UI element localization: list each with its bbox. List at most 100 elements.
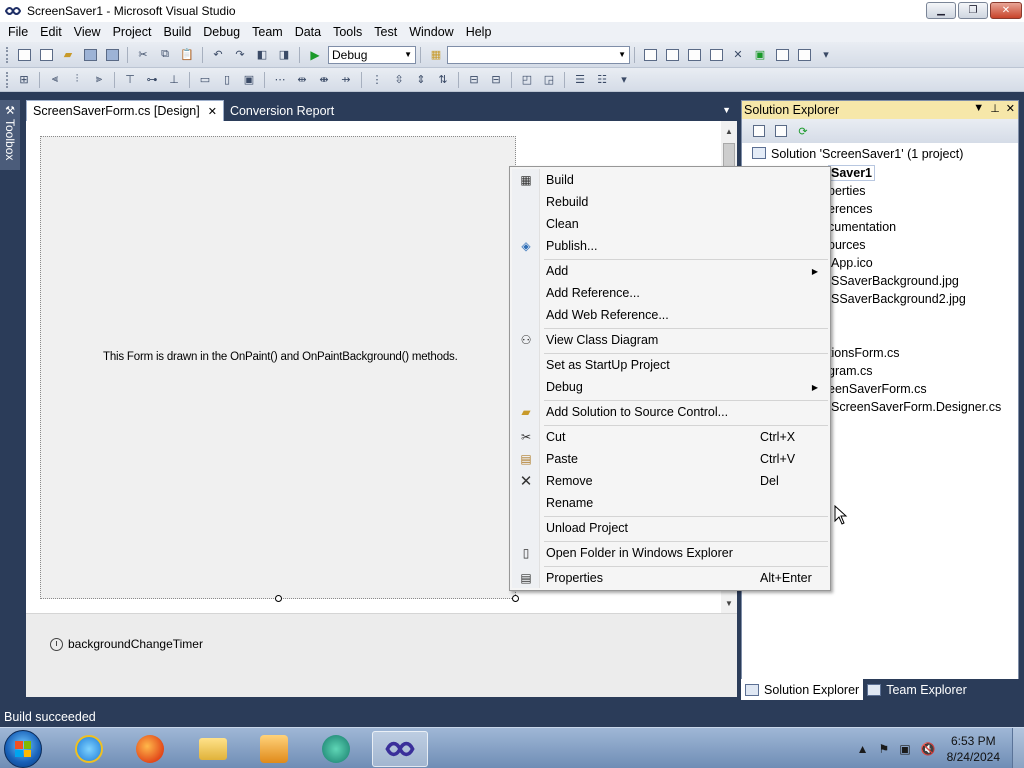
menu-edit[interactable]: Edit (34, 22, 68, 42)
taskbar-visual-studio[interactable] (372, 731, 428, 767)
taskbar-media-player[interactable] (251, 731, 297, 767)
menu-item-rename[interactable]: Rename (512, 492, 828, 514)
menu-item-publish[interactable]: ◈ Publish... (512, 235, 828, 257)
redo-icon[interactable]: ↷ (231, 46, 249, 64)
menu-item-rebuild[interactable]: Rebuild (512, 191, 828, 213)
command-window-icon[interactable] (795, 46, 813, 64)
menu-help[interactable]: Help (460, 22, 498, 42)
taskbar-app[interactable] (313, 731, 359, 767)
properties-window-icon[interactable] (663, 46, 681, 64)
object-browser-icon[interactable] (685, 46, 703, 64)
window-position-icon[interactable]: ▼ (973, 102, 984, 115)
close-panel-icon[interactable]: ✕ (1006, 102, 1015, 115)
solution-configuration-combo[interactable]: Debug ▼ (328, 45, 416, 64)
show-all-files-icon[interactable] (772, 122, 790, 140)
menu-item-remove[interactable]: ✕ Remove Del (512, 470, 828, 492)
tab-conversion-report[interactable]: Conversion Report (224, 100, 340, 121)
show-hidden-icons-icon[interactable]: ▲ (857, 742, 869, 756)
tab-screensaverform-design[interactable]: ScreenSaverForm.cs [Design] ✕ (26, 100, 224, 121)
add-item-icon[interactable] (37, 46, 55, 64)
menu-item-open-folder[interactable]: ▯ Open Folder in Windows Explorer (512, 542, 828, 564)
menu-item-add-web-reference[interactable]: Add Web Reference... (512, 304, 828, 326)
make-same-size-icon[interactable]: ▣ (240, 71, 258, 89)
resize-handle-corner[interactable] (512, 595, 519, 602)
cut-icon[interactable]: ✂ (134, 46, 152, 64)
minimize-button[interactable]: ▁ (926, 2, 956, 19)
new-project-icon[interactable] (15, 46, 33, 64)
toolbar-grip[interactable] (6, 71, 9, 88)
bring-to-front-icon[interactable]: ◰ (518, 71, 536, 89)
menu-item-properties[interactable]: ▤ Properties Alt+Enter (512, 567, 828, 589)
vertical-spacing-decrease-icon[interactable]: ⇕ (412, 71, 430, 89)
menu-debug[interactable]: Debug (197, 22, 246, 42)
menu-build[interactable]: Build (157, 22, 197, 42)
menu-item-paste[interactable]: ▤ Paste Ctrl+V (512, 448, 828, 470)
resize-handle-bottom[interactable] (275, 595, 282, 602)
vertical-spacing-remove-icon[interactable]: ⇅ (434, 71, 452, 89)
toolbar-options-icon[interactable]: ▾ (615, 71, 633, 89)
make-same-height-icon[interactable]: ▯ (218, 71, 236, 89)
properties-icon[interactable] (750, 122, 768, 140)
align-centers-icon[interactable]: ⫶ (68, 71, 86, 89)
scroll-down-icon[interactable]: ▼ (721, 595, 737, 611)
tree-node-app-ico[interactable]: App.ico (831, 256, 873, 270)
horizontal-spacing-remove-icon[interactable]: ⇸ (337, 71, 355, 89)
save-icon[interactable] (81, 46, 99, 64)
component-background-change-timer[interactable]: backgroundChangeTimer (50, 637, 203, 651)
toolbar-options-icon[interactable]: ▾ (817, 46, 835, 64)
menu-item-build[interactable]: ▦ Build (512, 169, 828, 191)
save-all-icon[interactable] (103, 46, 121, 64)
find-combo[interactable]: ▼ (447, 45, 630, 64)
make-same-width-icon[interactable]: ▭ (196, 71, 214, 89)
menu-item-add[interactable]: Add ▶ (512, 260, 828, 282)
center-vertically-icon[interactable]: ⊟ (487, 71, 505, 89)
menu-item-debug[interactable]: Debug ▶ (512, 376, 828, 398)
menu-data[interactable]: Data (289, 22, 327, 42)
align-bottoms-icon[interactable]: ⊥ (165, 71, 183, 89)
volume-muted-icon[interactable]: 🔇 (921, 742, 936, 756)
tree-node-references[interactable]: erences (828, 202, 872, 216)
action-center-flag-icon[interactable]: ⚑ (879, 742, 890, 756)
tree-node-resources[interactable]: ources (828, 238, 866, 252)
vertical-spacing-increase-icon[interactable]: ⇳ (390, 71, 408, 89)
solution-explorer-icon[interactable] (641, 46, 659, 64)
tree-node-project[interactable]: Saver1 (828, 165, 876, 181)
menu-item-add-solution-to-source-control[interactable]: ▰ Add Solution to Source Control... (512, 401, 828, 423)
show-desktop-button[interactable] (1012, 728, 1024, 768)
navigate-forward-icon[interactable]: ◨ (275, 46, 293, 64)
close-tab-icon[interactable]: ✕ (208, 105, 217, 118)
tree-node-screensaver-form-designer[interactable]: ScreenSaverForm.Designer.cs (831, 400, 1001, 414)
menu-team[interactable]: Team (246, 22, 289, 42)
tree-node-properties[interactable]: perties (828, 184, 866, 198)
menu-project[interactable]: Project (107, 22, 158, 42)
auto-hide-pin-icon[interactable]: ⊥ (990, 102, 1000, 115)
menu-item-set-startup-project[interactable]: Set as StartUp Project (512, 354, 828, 376)
horizontal-spacing-decrease-icon[interactable]: ⇼ (315, 71, 333, 89)
toolbox-icon[interactable] (707, 46, 725, 64)
lock-controls-icon[interactable]: ☷ (593, 71, 611, 89)
send-to-back-icon[interactable]: ◲ (540, 71, 558, 89)
menu-item-cut[interactable]: ✂ Cut Ctrl+X (512, 426, 828, 448)
start-page-icon[interactable]: ▣ (751, 46, 769, 64)
screensaver-form[interactable]: This Form is drawn in the OnPaint() and … (40, 136, 519, 602)
menu-item-unload-project[interactable]: Unload Project (512, 517, 828, 539)
menu-view[interactable]: View (68, 22, 107, 42)
tab-team-explorer[interactable]: Team Explorer (863, 679, 971, 700)
taskbar-internet-explorer[interactable] (66, 731, 112, 767)
open-file-icon[interactable]: ▰ (59, 46, 77, 64)
horizontal-spacing-increase-icon[interactable]: ⇹ (293, 71, 311, 89)
tree-node-background-jpg[interactable]: SSaverBackground.jpg (831, 274, 959, 288)
class-view-icon[interactable] (773, 46, 791, 64)
align-to-grid-icon[interactable]: ⊞ (15, 71, 33, 89)
tab-solution-explorer[interactable]: Solution Explorer (741, 679, 864, 700)
menu-file[interactable]: File (2, 22, 34, 42)
toolbox-strip[interactable]: ⚒ Toolbox (0, 100, 20, 170)
tools-icon[interactable]: ✕ (729, 46, 747, 64)
tree-node-screensaver-form[interactable]: eenSaverForm.cs (828, 382, 927, 396)
menu-window[interactable]: Window (403, 22, 459, 42)
copy-icon[interactable]: ⧉ (156, 46, 174, 64)
scroll-up-icon[interactable]: ▲ (721, 123, 737, 139)
taskbar-firefox[interactable] (127, 731, 173, 767)
close-button[interactable]: ✕ (990, 2, 1022, 19)
find-in-files-icon[interactable]: ▦ (427, 46, 445, 64)
